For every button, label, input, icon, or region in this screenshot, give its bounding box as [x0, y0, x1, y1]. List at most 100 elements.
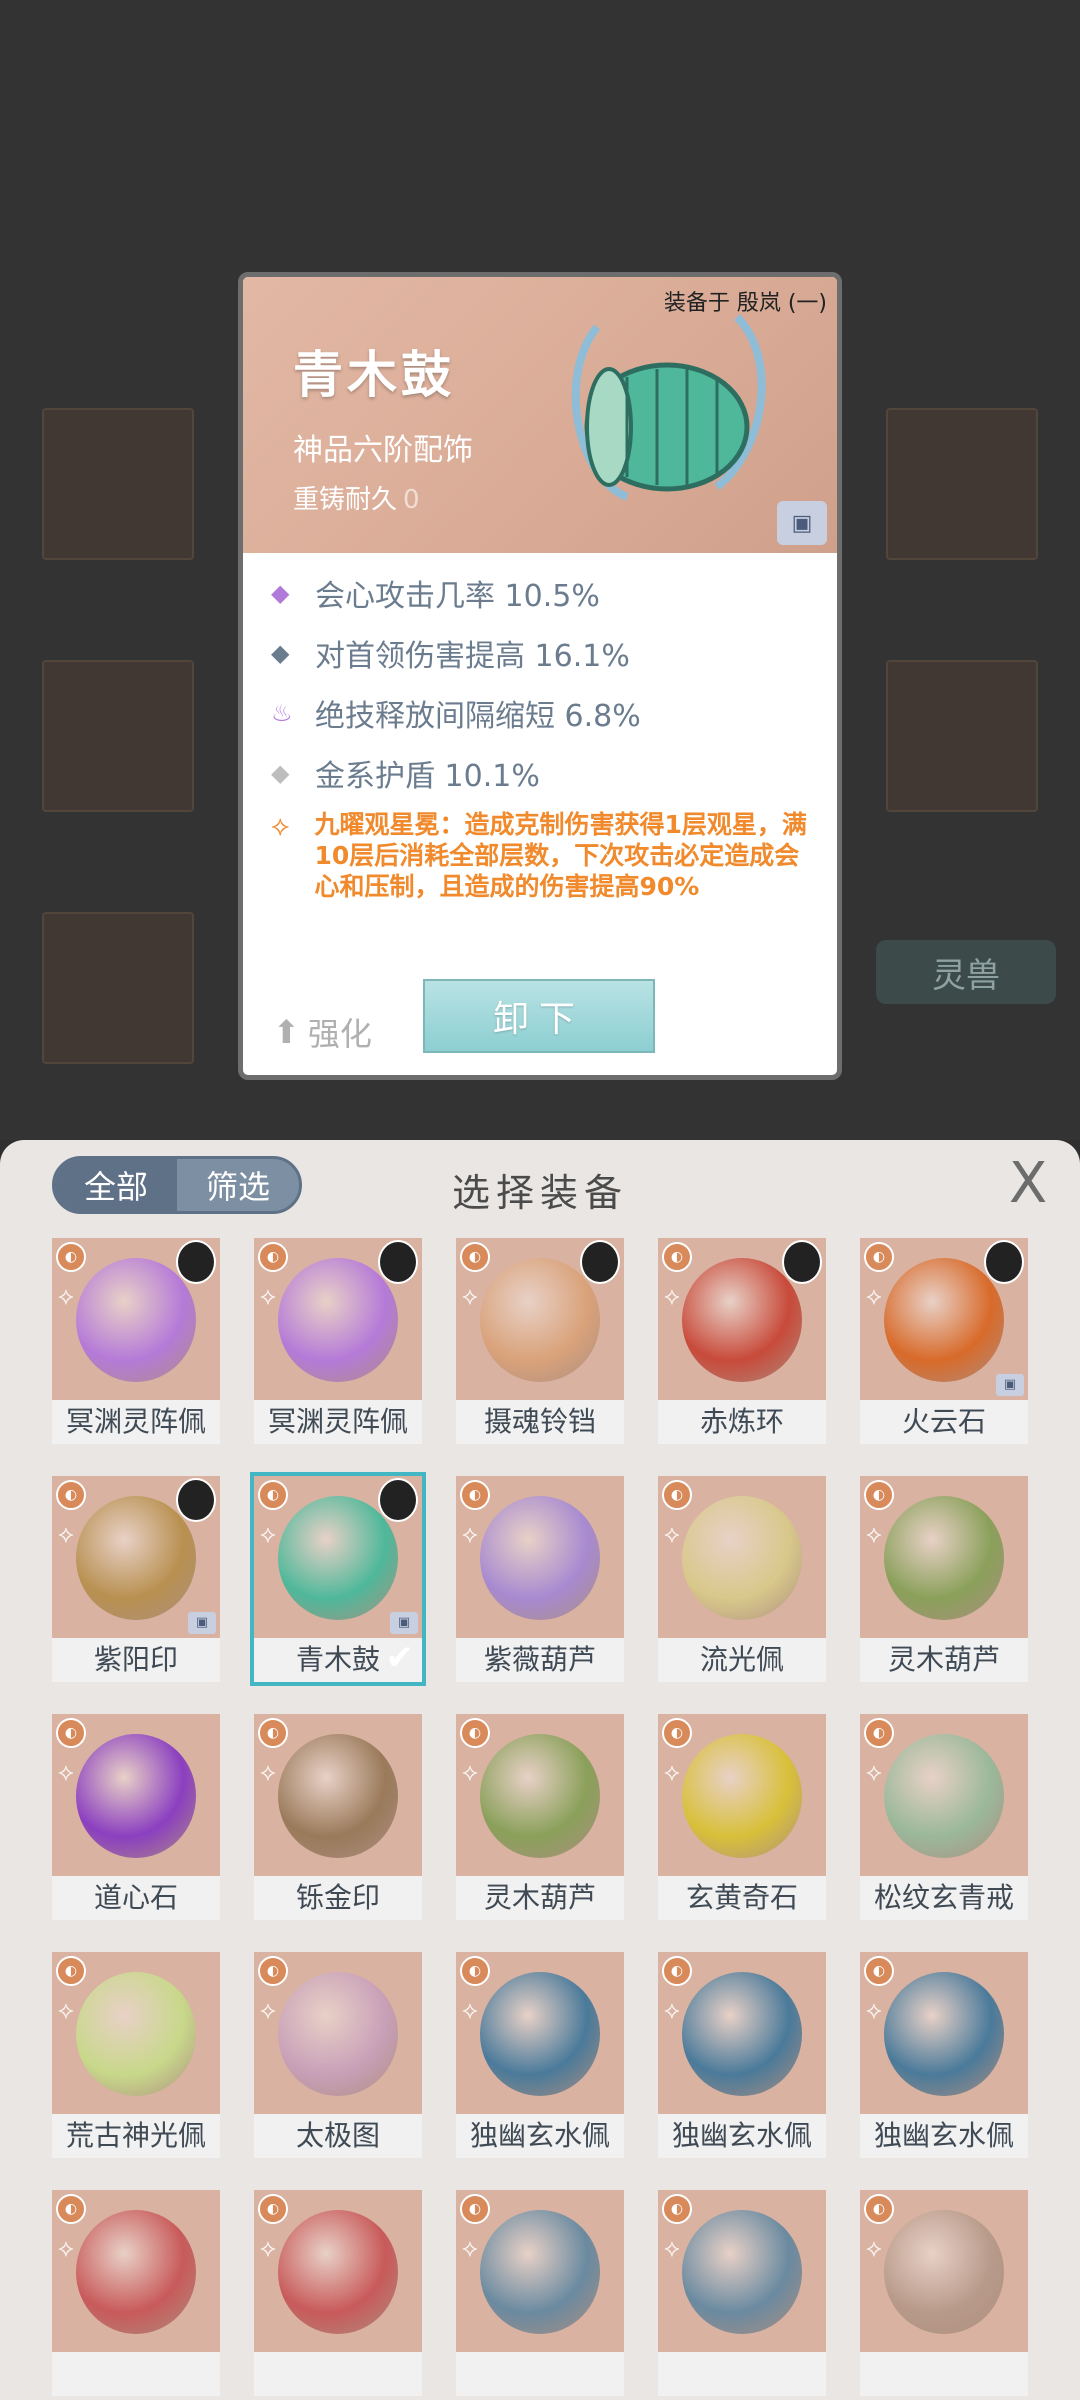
character-avatar	[176, 1240, 216, 1284]
element-badge-icon: ◐	[56, 1242, 86, 1272]
equipment-card[interactable]: ◐ ⟡ 玄黄奇石	[658, 1714, 826, 1920]
equipment-icon	[884, 1734, 1004, 1858]
storage-chest-icon: ▣	[390, 1612, 418, 1634]
equipment-card[interactable]: ◐ ⟡ 松纹玄青戒	[860, 1714, 1028, 1920]
bg-spirit-beast-tab: 灵兽	[876, 940, 1056, 1004]
equipment-name: 独幽玄水佩	[658, 2114, 826, 2158]
equipment-card[interactable]: ◐ ⟡ 独幽玄水佩	[658, 1952, 826, 2158]
equipment-card[interactable]: ◐ ⟡ ▣ 火云石	[860, 1238, 1028, 1444]
equipment-art: ◐ ⟡	[52, 2190, 220, 2352]
equipment-card[interactable]: ◐ ⟡ 独幽玄水佩	[860, 1952, 1028, 2158]
equipment-icon	[884, 1496, 1004, 1620]
rune-icon: ⟡	[260, 1520, 276, 1548]
equipment-art: ◐ ⟡	[456, 1476, 624, 1638]
equipment-card[interactable]: ◐ ⟡ 紫薇葫芦	[456, 1476, 624, 1682]
equipment-card[interactable]: ◐ ⟡ 太极图	[254, 1952, 422, 2158]
equipment-card[interactable]: ◐ ⟡ 道心石	[52, 1714, 220, 1920]
stat-row: ◆ 金系护盾 10.1%	[271, 759, 540, 794]
close-button[interactable]: X	[998, 1154, 1058, 1214]
equipment-name: 灵木葫芦	[456, 1876, 624, 1920]
equipment-icon	[682, 1972, 802, 2096]
strengthen-button[interactable]: ⬆ 强化	[273, 1009, 372, 1055]
equipment-art: ◐ ⟡	[456, 2190, 624, 2352]
character-avatar	[782, 1240, 822, 1284]
element-badge-icon: ◐	[460, 1956, 490, 1986]
element-badge-icon: ◐	[56, 1956, 86, 1986]
equipment-name: 荒古神光佩	[52, 2114, 220, 2158]
equipment-art: ◐ ⟡	[52, 1952, 220, 2114]
equipment-card[interactable]: ◐ ⟡ 独幽玄水佩	[456, 1952, 624, 2158]
equipment-card[interactable]: ◐ ⟡ ▣ 紫阳印	[52, 1476, 220, 1682]
equipment-art: ◐ ⟡	[456, 1714, 624, 1876]
bg-equip-slot	[42, 408, 194, 560]
equipment-card[interactable]: ◐ ⟡	[658, 2190, 826, 2396]
rune-icon: ⟡	[866, 1996, 882, 2024]
equipment-icon	[76, 1496, 196, 1620]
equipment-icon	[76, 1972, 196, 2096]
equipment-art: ◐ ⟡	[860, 1714, 1028, 1876]
equipment-art: ◐ ⟡	[658, 1952, 826, 2114]
equipment-card[interactable]: ◐ ⟡	[860, 2190, 1028, 2396]
storage-chest-icon[interactable]: ▣	[777, 501, 827, 545]
bg-equip-slot	[42, 660, 194, 812]
arrow-up-icon: ⬆	[273, 1013, 300, 1051]
equipment-card[interactable]: ◐ ⟡	[52, 2190, 220, 2396]
equipment-icon	[682, 1496, 802, 1620]
equipment-card[interactable]: ◐ ⟡	[254, 2190, 422, 2396]
equipment-card[interactable]: ◐ ⟡ 铄金印	[254, 1714, 422, 1920]
rune-icon: ⟡	[664, 2234, 680, 2262]
equipment-icon	[480, 1972, 600, 2096]
equipment-icon	[480, 1734, 600, 1858]
element-badge-icon: ◐	[56, 1718, 86, 1748]
unequip-button[interactable]: 卸下	[423, 979, 655, 1053]
equipment-name: 摄魂铃铛	[456, 1400, 624, 1444]
equipment-name: 流光佩	[658, 1638, 826, 1682]
element-badge-icon: ◐	[662, 2194, 692, 2224]
item-detail-header: 装备于 殷岚 (一) 青木鼓 神品六阶配饰 重铸耐久 0 ▣	[243, 277, 837, 553]
equipment-card[interactable]: ◐ ⟡ ▣ 青木鼓 ✔	[250, 1472, 426, 1686]
equipment-art: ◐ ⟡	[254, 1952, 422, 2114]
equipment-art: ◐ ⟡	[52, 1714, 220, 1876]
rune-icon: ⟡	[462, 1758, 478, 1786]
equipment-card[interactable]: ◐ ⟡ 摄魂铃铛	[456, 1238, 624, 1444]
element-badge-icon: ◐	[460, 2194, 490, 2224]
rune-icon: ⟡	[866, 1282, 882, 1310]
equipment-icon	[682, 2210, 802, 2334]
element-badge-icon: ◐	[56, 1480, 86, 1510]
element-badge-icon: ◐	[460, 1242, 490, 1272]
equipment-art: ◐ ⟡	[658, 1238, 826, 1400]
equipment-card[interactable]: ◐ ⟡ 冥渊灵阵佩	[52, 1238, 220, 1444]
equipment-icon	[76, 2210, 196, 2334]
rune-icon: ⟡	[260, 1996, 276, 2024]
equipment-name: 紫阳印	[52, 1638, 220, 1682]
equipment-icon	[480, 1258, 600, 1382]
equipment-card[interactable]: ◐ ⟡	[456, 2190, 624, 2396]
character-avatar	[984, 1240, 1024, 1284]
equipment-card[interactable]: ◐ ⟡ 灵木葫芦	[456, 1714, 624, 1920]
equipment-icon	[76, 1734, 196, 1858]
bg-equip-slot	[886, 660, 1038, 812]
equipment-icon	[480, 2210, 600, 2334]
equipment-name: 独幽玄水佩	[860, 2114, 1028, 2158]
equipment-icon	[682, 1258, 802, 1382]
equipment-art: ◐ ⟡	[658, 2190, 826, 2352]
equipment-name	[254, 2352, 422, 2396]
storage-chest-icon: ▣	[996, 1374, 1024, 1396]
equipment-card[interactable]: ◐ ⟡ 灵木葫芦	[860, 1476, 1028, 1682]
purple-diamond-icon: ◆	[271, 579, 290, 607]
equipment-card[interactable]: ◐ ⟡ 赤炼环	[658, 1238, 826, 1444]
equipment-art: ◐ ⟡	[860, 1952, 1028, 2114]
stat-row: ◆ 会心攻击几率 10.5%	[271, 579, 600, 614]
rune-icon: ⟡	[462, 1282, 478, 1310]
rune-icon: ⟡	[58, 1996, 74, 2024]
rune-icon: ⟡	[664, 1758, 680, 1786]
equipment-card[interactable]: ◐ ⟡ 冥渊灵阵佩	[254, 1238, 422, 1444]
character-avatar	[378, 1478, 418, 1522]
equipment-icon	[682, 1734, 802, 1858]
element-badge-icon: ◐	[460, 1718, 490, 1748]
equipment-card[interactable]: ◐ ⟡ 荒古神光佩	[52, 1952, 220, 2158]
element-badge-icon: ◐	[258, 1718, 288, 1748]
element-badge-icon: ◐	[864, 2194, 894, 2224]
rune-icon: ⟡	[664, 1520, 680, 1548]
equipment-card[interactable]: ◐ ⟡ 流光佩	[658, 1476, 826, 1682]
